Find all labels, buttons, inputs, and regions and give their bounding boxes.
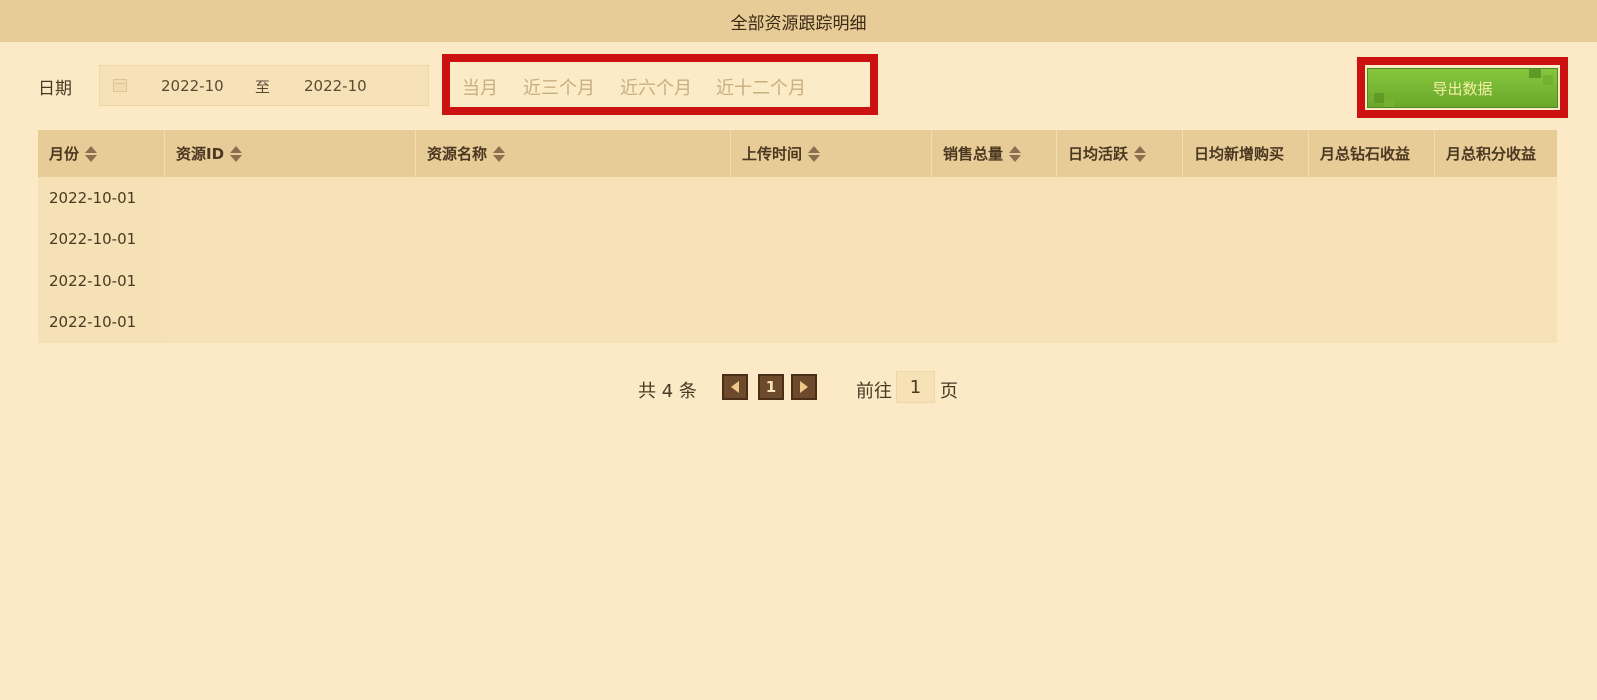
pixel-decoration <box>1384 99 1394 107</box>
column-label: 日均活跃 <box>1068 145 1129 163</box>
column-label: 上传时间 <box>742 145 803 163</box>
column-header-daily-active[interactable]: 日均活跃 <box>1057 130 1183 177</box>
empty-cells <box>165 260 1557 302</box>
goto-page-input[interactable] <box>896 371 935 403</box>
cell-month: 2022-10-01 <box>38 218 165 260</box>
date-to[interactable]: 2022-10 <box>304 77 367 95</box>
goto-suffix: 页 <box>940 381 958 402</box>
table-row: 2022-10-01 <box>38 301 1557 344</box>
sort-icon[interactable] <box>85 145 98 163</box>
column-header-upload-time[interactable]: 上传时间 <box>731 130 932 177</box>
page-number-button[interactable]: 1 <box>758 374 784 400</box>
cell-month: 2022-10-01 <box>38 177 165 219</box>
table-row: 2022-10-01 <box>38 177 1557 219</box>
page-title-bar: 全部资源跟踪明细 <box>0 0 1597 42</box>
quick-range-group: 当月 近三个月 近六个月 近十二个月 <box>442 54 878 115</box>
cell-month: 2022-10-01 <box>38 260 165 302</box>
range-12-months-button[interactable]: 近十二个月 <box>716 74 806 100</box>
calendar-icon <box>113 79 127 92</box>
column-label: 资源名称 <box>427 145 488 163</box>
column-label: 月份 <box>49 145 80 163</box>
empty-cells <box>165 177 1557 219</box>
sort-icon[interactable] <box>1009 145 1022 163</box>
next-page-button[interactable] <box>791 374 817 400</box>
cell-month: 2022-10-01 <box>38 301 165 343</box>
pixel-decoration <box>1543 75 1553 85</box>
goto-label: 前往 <box>856 381 892 402</box>
column-header-month[interactable]: 月份 <box>38 130 165 177</box>
sort-icon[interactable] <box>493 145 506 163</box>
column-label: 资源ID <box>176 145 225 163</box>
column-label: 月总积分收益 <box>1446 145 1537 163</box>
table-header: 月份 资源ID 资源名称 上传时间 销售总量 日均活跃 日均新增购买 月总钻石收… <box>38 130 1557 177</box>
column-header-monthly-diamond-revenue: 月总钻石收益 <box>1309 130 1435 177</box>
chevron-right-icon <box>800 381 808 393</box>
sort-icon[interactable] <box>1134 145 1147 163</box>
column-header-monthly-points-revenue: 月总积分收益 <box>1435 130 1557 177</box>
pixel-decoration <box>1529 69 1541 78</box>
export-data-button[interactable]: 导出数据 <box>1367 68 1558 108</box>
date-range-picker[interactable]: 2022-10 至 2022-10 <box>99 65 429 106</box>
empty-cells <box>165 302 1557 344</box>
table-row: 2022-10-01 <box>38 218 1557 261</box>
column-header-daily-new-purchases: 日均新增购买 <box>1183 130 1309 177</box>
column-label: 日均新增购买 <box>1194 145 1285 163</box>
sort-icon[interactable] <box>808 145 821 163</box>
chevron-left-icon <box>731 381 739 393</box>
column-label: 销售总量 <box>943 145 1004 163</box>
empty-cells <box>165 219 1557 261</box>
prev-page-button[interactable] <box>722 374 748 400</box>
page-title: 全部资源跟踪明细 <box>730 13 867 34</box>
column-label: 月总钻石收益 <box>1320 145 1411 163</box>
table-row: 2022-10-01 <box>38 260 1557 302</box>
pixel-decoration <box>1374 93 1384 103</box>
range-3-months-button[interactable]: 近三个月 <box>523 74 595 100</box>
range-6-months-button[interactable]: 近六个月 <box>620 74 692 100</box>
date-separator: 至 <box>255 78 271 96</box>
export-highlight: 导出数据 <box>1357 57 1568 118</box>
date-label: 日期 <box>38 79 72 99</box>
sort-icon[interactable] <box>230 145 243 163</box>
column-header-resource-name[interactable]: 资源名称 <box>416 130 731 177</box>
pagination: 共 4 条 1 前往 页 <box>0 370 1597 404</box>
range-current-month-button[interactable]: 当月 <box>462 74 498 100</box>
date-from[interactable]: 2022-10 <box>161 77 224 95</box>
resource-table: 月份 资源ID 资源名称 上传时间 销售总量 日均活跃 日均新增购买 月总钻石收… <box>38 130 1557 343</box>
total-count: 共 4 条 <box>638 381 697 402</box>
column-header-total-sales[interactable]: 销售总量 <box>932 130 1057 177</box>
table-body: 2022-10-01 2022-10-01 2022-10-01 2022-10… <box>38 177 1557 343</box>
export-data-label: 导出数据 <box>1432 79 1493 98</box>
column-header-resource-id[interactable]: 资源ID <box>165 130 416 177</box>
